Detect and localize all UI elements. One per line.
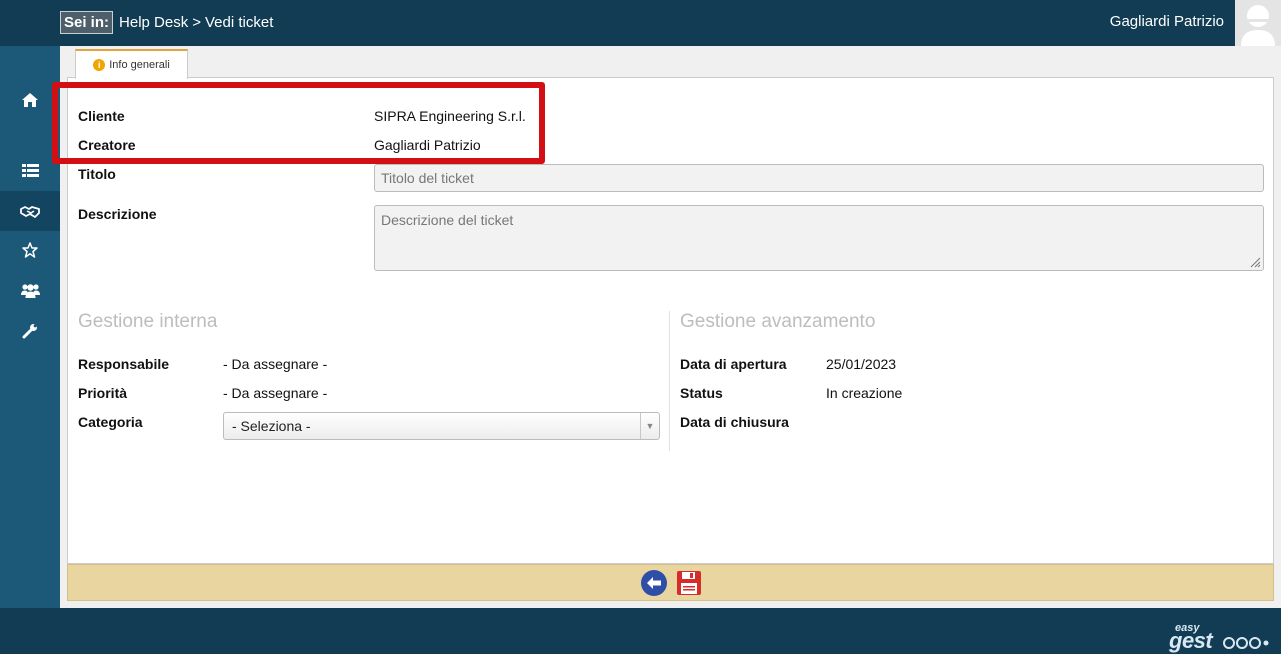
handshake-icon xyxy=(20,205,40,218)
star-icon xyxy=(22,242,38,258)
titolo-field[interactable]: Titolo del ticket xyxy=(374,164,1264,192)
save-icon[interactable] xyxy=(676,570,702,596)
logo-gest-text: gest xyxy=(1169,628,1213,653)
data-apertura-value: 25/01/2023 xyxy=(826,356,897,372)
avatar[interactable] xyxy=(1235,0,1281,46)
sidebar-item-list[interactable] xyxy=(0,150,60,190)
section-divider xyxy=(669,311,670,451)
list-icon xyxy=(21,163,39,177)
priorita-value: - Da assegnare - xyxy=(223,385,328,401)
breadcrumb-section-link[interactable]: Help Desk xyxy=(119,14,188,31)
resize-grip-icon[interactable] xyxy=(1250,257,1261,268)
back-arrow-icon[interactable] xyxy=(640,569,668,597)
status-value: In creazione xyxy=(826,385,903,401)
descrizione-placeholder: Descrizione del ticket xyxy=(381,212,514,228)
categoria-label: Categoria xyxy=(78,414,143,430)
data-apertura-label: Data di apertura xyxy=(680,356,787,372)
cliente-label: Cliente xyxy=(78,108,125,124)
easygest-logo: easy gest xyxy=(1169,622,1269,654)
workspace: i Info generali Cliente SIPRA Engineerin… xyxy=(52,46,1281,608)
gestione-avanzamento-title: Gestione avanzamento xyxy=(680,311,876,332)
responsabile-label: Responsabile xyxy=(78,356,170,372)
creatore-value: Gagliardi Patrizio xyxy=(374,137,481,153)
breadcrumb: Sei in: Help Desk > Vedi ticket xyxy=(60,11,273,34)
wrench-icon xyxy=(22,324,37,339)
user-avatar-icon xyxy=(1241,5,1275,46)
priorita-label: Priorità xyxy=(78,385,128,401)
sidebar-item-settings[interactable] xyxy=(0,311,60,351)
chevron-down-icon[interactable]: ▼ xyxy=(640,413,659,439)
gestione-interna-title: Gestione interna xyxy=(78,311,218,332)
logo-dots-icon xyxy=(1223,637,1269,649)
breadcrumb-current-page: Vedi ticket xyxy=(204,14,274,31)
sidebar xyxy=(0,46,60,608)
breadcrumb-separator: > xyxy=(192,14,201,31)
cliente-value: SIPRA Engineering S.r.l. xyxy=(374,108,526,124)
sidebar-item-home[interactable] xyxy=(0,80,60,120)
home-icon xyxy=(22,93,38,107)
sidebar-item-favorites[interactable] xyxy=(0,230,60,270)
top-bar: Sei in: Help Desk > Vedi ticket Gagliard… xyxy=(0,0,1281,46)
ticket-form-panel: Cliente SIPRA Engineering S.r.l. Creator… xyxy=(52,77,1274,564)
sidebar-item-users[interactable] xyxy=(0,270,60,310)
creatore-label: Creatore xyxy=(78,137,136,153)
breadcrumb-prefix: Sei in: xyxy=(60,11,114,34)
users-icon xyxy=(20,283,40,298)
tab-info-generali[interactable]: i Info generali xyxy=(75,49,188,79)
bottom-bar: easy gest xyxy=(0,608,1281,654)
user-name[interactable]: Gagliardi Patrizio xyxy=(1110,13,1224,30)
categoria-selected: - Seleziona - xyxy=(232,418,311,434)
categoria-select[interactable]: - Seleziona - ▼ xyxy=(223,412,660,440)
descrizione-field[interactable]: Descrizione del ticket xyxy=(374,205,1264,271)
status-label: Status xyxy=(680,385,723,401)
info-icon: i xyxy=(93,59,106,71)
sidebar-item-helpdesk[interactable] xyxy=(0,191,60,231)
data-chiusura-label: Data di chiusura xyxy=(680,414,789,430)
descrizione-label: Descrizione xyxy=(78,206,157,222)
tab-label: Info generali xyxy=(109,59,170,71)
action-bar xyxy=(67,564,1274,601)
titolo-label: Titolo xyxy=(78,166,116,182)
responsabile-value: - Da assegnare - xyxy=(223,356,328,372)
